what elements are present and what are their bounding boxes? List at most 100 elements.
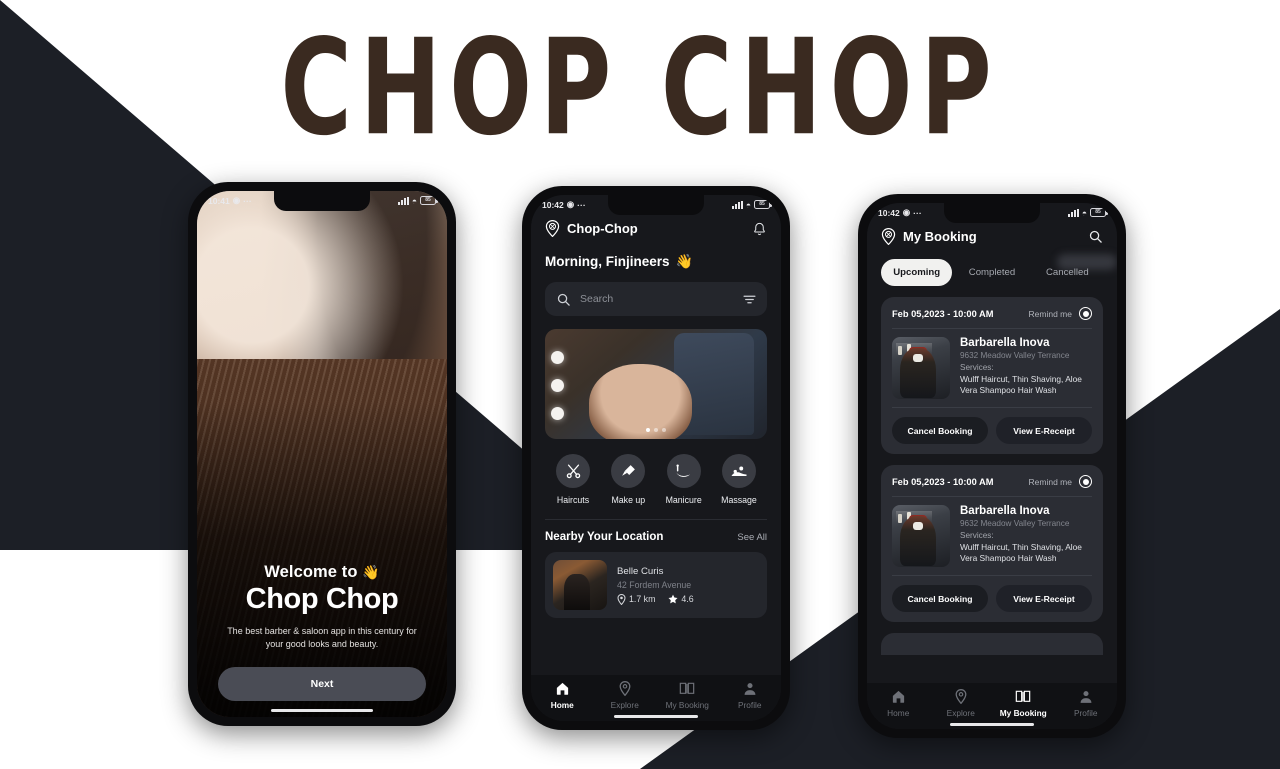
- promo-banner[interactable]: [545, 329, 767, 439]
- remind-toggle[interactable]: [1079, 475, 1092, 488]
- services-list: Wulff Haircut, Thin Shaving, Aloe Vera S…: [960, 374, 1082, 395]
- search-icon[interactable]: [1088, 229, 1103, 244]
- star-icon: [668, 594, 678, 604]
- booking-list[interactable]: Feb 05,2023 - 10:00 AM Remind me Barbare…: [867, 286, 1117, 683]
- remind-toggle[interactable]: [1079, 307, 1092, 320]
- booking-card-body: Barbarella Inova 9632 Meadow Valley Terr…: [892, 337, 1092, 399]
- cancel-booking-button[interactable]: Cancel Booking: [892, 417, 988, 444]
- see-all-link[interactable]: See All: [737, 532, 767, 543]
- booking-card-header: Feb 05,2023 - 10:00 AM Remind me: [892, 307, 1092, 320]
- nav-item-home[interactable]: Home: [870, 688, 926, 718]
- category-label: Manicure: [665, 495, 702, 505]
- next-button[interactable]: Next: [218, 667, 426, 701]
- welcome-text: Welcome to: [264, 563, 358, 581]
- home-icon: [534, 680, 590, 697]
- search-input[interactable]: Search: [580, 293, 734, 305]
- nav-item-explore[interactable]: Explore: [597, 680, 653, 710]
- home-indicator: [950, 723, 1034, 726]
- nav-label: Home: [550, 699, 574, 710]
- status-time: 10:42: [542, 199, 564, 210]
- booking-date: Feb 05,2023 - 10:00 AM: [892, 308, 994, 319]
- app-header: Chop-Chop: [531, 214, 781, 241]
- nav-item-my-booking[interactable]: My Booking: [995, 688, 1051, 718]
- nearby-place-card[interactable]: Belle Curis 42 Fordem Avenue 1.7 km 4.6: [545, 552, 767, 618]
- nav-item-home[interactable]: Home: [534, 680, 590, 710]
- category-label: Haircuts: [556, 495, 590, 505]
- phone1-screen: 10:41 ◉ ··· ◓ 85 Welcome to 👋 Chop Chop …: [197, 191, 447, 717]
- nav-label: My Booking: [665, 699, 709, 710]
- bell-icon[interactable]: [752, 221, 767, 237]
- tab-cancelled[interactable]: Cancelled: [1032, 259, 1103, 286]
- remind-me-control[interactable]: Remind me: [1029, 475, 1092, 488]
- nav-item-profile[interactable]: Profile: [722, 680, 778, 710]
- booking-info: Barbarella Inova 9632 Meadow Valley Terr…: [960, 337, 1092, 399]
- booking-card-partial[interactable]: [881, 633, 1103, 655]
- location-pin-logo-icon: [881, 228, 896, 245]
- place-info: Belle Curis 42 Fordem Avenue 1.7 km 4.6: [617, 566, 694, 605]
- category-manicure[interactable]: Manicure: [658, 454, 710, 505]
- distance-value: 1.7 km: [629, 594, 656, 604]
- nav-item-profile[interactable]: Profile: [1058, 688, 1114, 718]
- phone-mockup-onboarding: 10:41 ◉ ··· ◓ 85 Welcome to 👋 Chop Chop …: [188, 182, 456, 726]
- tab-upcoming[interactable]: Upcoming: [881, 259, 953, 286]
- phone-mockup-bookings: 10:42 ◉ ··· ◓ 85 My Booking Upcoming Com…: [858, 194, 1126, 738]
- nav-label: Profile: [737, 699, 762, 710]
- place-meta: 1.7 km 4.6: [617, 593, 694, 605]
- home-indicator: [614, 715, 698, 718]
- booking-card[interactable]: Feb 05,2023 - 10:00 AM Remind me Barbare…: [881, 465, 1103, 622]
- view-receipt-button[interactable]: View E-Receipt: [996, 585, 1092, 612]
- rating-value: 4.6: [681, 594, 694, 604]
- banner-page-dots[interactable]: [646, 428, 666, 432]
- book-icon: [659, 680, 715, 697]
- remind-me-control[interactable]: Remind me: [1029, 307, 1092, 320]
- more-icon: ···: [577, 199, 586, 210]
- category-makeup[interactable]: Make up: [602, 454, 654, 505]
- greeting-text: Morning, Finjineers: [545, 254, 670, 269]
- book-icon: [995, 688, 1051, 705]
- view-receipt-button[interactable]: View E-Receipt: [996, 417, 1092, 444]
- app-header: My Booking: [867, 222, 1117, 249]
- person-icon: [722, 680, 778, 697]
- more-icon: ···: [913, 207, 922, 218]
- services-label: Services:: [960, 363, 994, 372]
- page-title: CHOP CHOP: [280, 11, 1000, 166]
- place-distance: 1.7 km: [617, 593, 656, 605]
- banner-person: [589, 363, 692, 439]
- nav-label: Profile: [1073, 707, 1098, 718]
- phone2-screen: 10:42 ◉ ··· ◓ 85 Chop-Chop Morning, Finj…: [531, 195, 781, 721]
- category-massage[interactable]: Massage: [713, 454, 765, 505]
- onboarding-screen: 10:41 ◉ ··· ◓ 85 Welcome to 👋 Chop Chop …: [197, 191, 447, 717]
- nav-item-explore[interactable]: Explore: [933, 688, 989, 718]
- signal-icon: [1067, 208, 1079, 217]
- alarm-icon: ◉: [902, 207, 911, 217]
- booking-card[interactable]: Feb 05,2023 - 10:00 AM Remind me Barbare…: [881, 297, 1103, 454]
- onboarding-subtitle: The best barber & saloon app in this cen…: [227, 626, 417, 649]
- phone3-screen: 10:42 ◉ ··· ◓ 85 My Booking Upcoming Com…: [867, 203, 1117, 729]
- notch: [944, 203, 1040, 223]
- search-icon: [557, 293, 570, 306]
- welcome-heading: Welcome to 👋: [218, 563, 426, 582]
- remind-me-label: Remind me: [1028, 308, 1072, 319]
- services-label: Services:: [960, 531, 994, 540]
- category-haircuts[interactable]: Haircuts: [547, 454, 599, 505]
- barber-address: 9632 Meadow Valley Terrance: [960, 351, 1070, 360]
- barber-thumbnail: [892, 337, 950, 399]
- battery-icon: 85: [754, 200, 772, 209]
- makeup-brush-icon: [611, 454, 646, 488]
- nav-label: Explore: [610, 699, 639, 710]
- search-bar[interactable]: Search: [545, 282, 767, 316]
- place-name: Belle Curis: [617, 565, 664, 577]
- nav-item-my-booking[interactable]: My Booking: [659, 680, 715, 710]
- location-pin-icon: [617, 593, 626, 605]
- tab-label: Cancelled: [1045, 267, 1089, 278]
- filter-icon[interactable]: [743, 294, 756, 305]
- massage-icon: [721, 454, 756, 488]
- my-booking-screen: 10:42 ◉ ··· ◓ 85 My Booking Upcoming Com…: [867, 203, 1117, 729]
- signal-icon: [397, 196, 409, 205]
- onboarding-content: Welcome to 👋 Chop Chop The best barber &…: [197, 563, 447, 701]
- cancel-booking-button[interactable]: Cancel Booking: [892, 585, 988, 612]
- wifi-icon: ◓: [1081, 207, 1087, 218]
- page-heading: My Booking: [881, 228, 977, 245]
- location-pin-icon: [597, 680, 653, 697]
- tab-completed[interactable]: Completed: [956, 259, 1027, 286]
